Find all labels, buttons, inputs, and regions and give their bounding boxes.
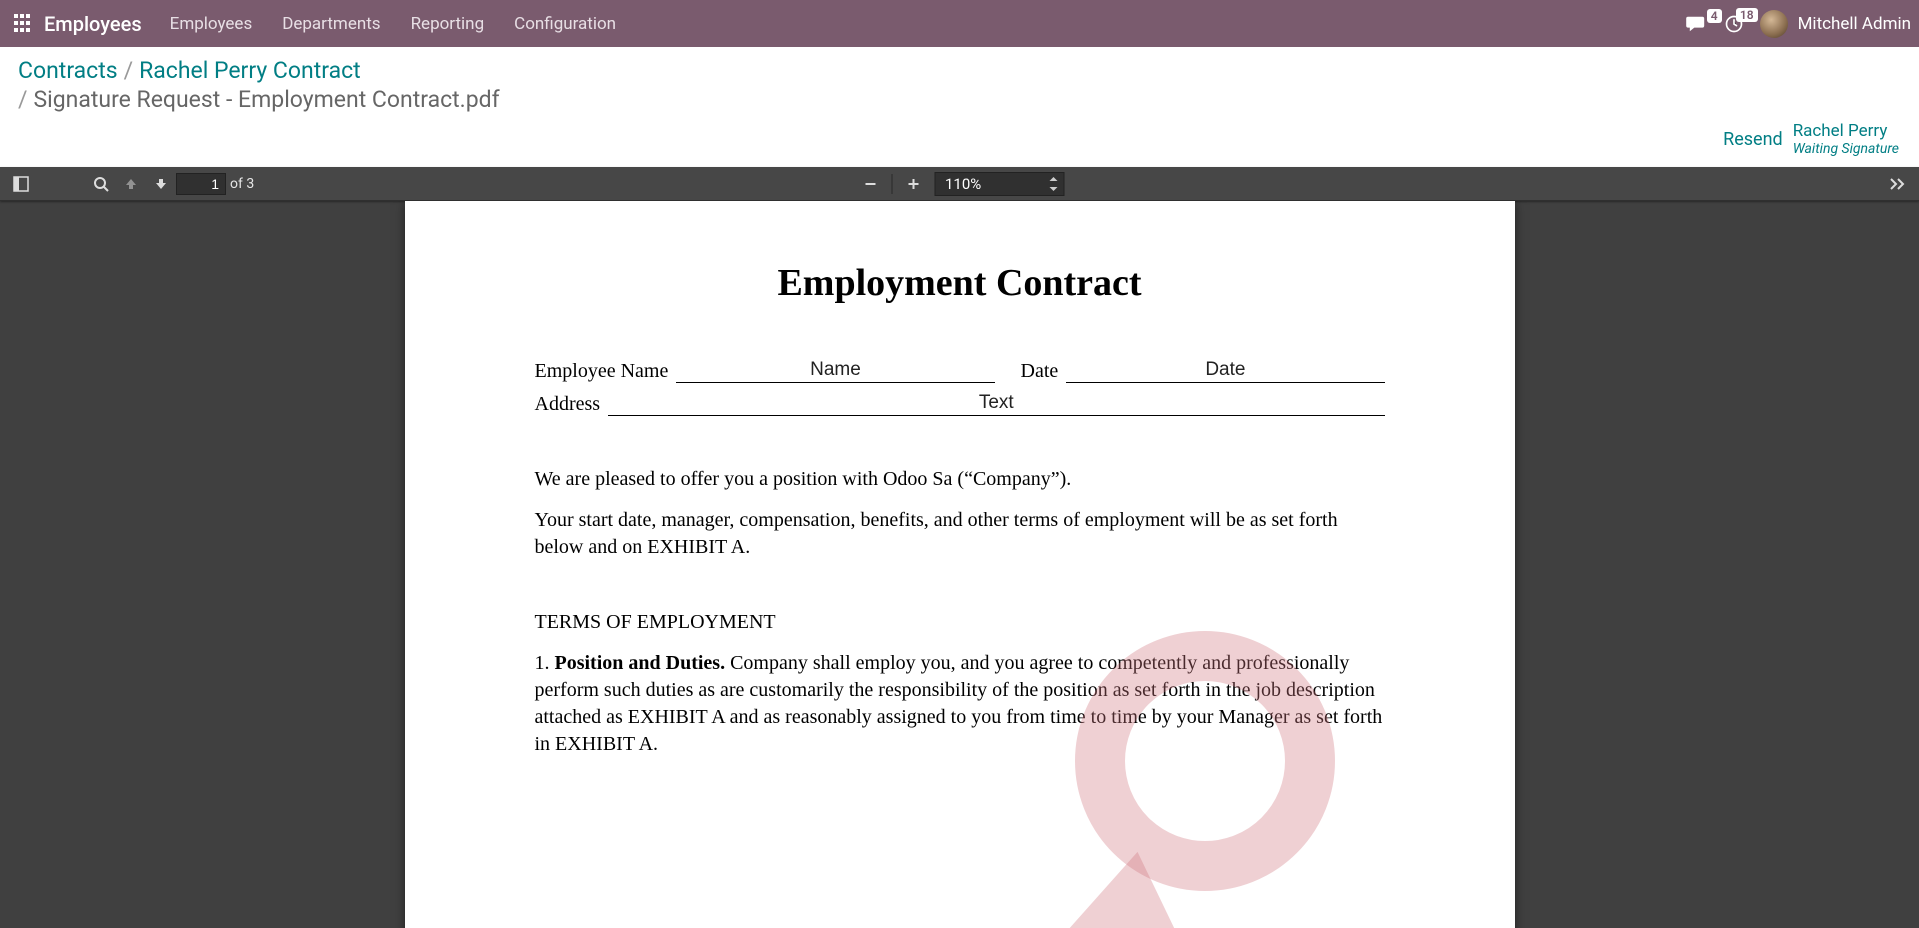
zoom-value: 110% <box>945 175 981 193</box>
page-input[interactable] <box>176 173 226 195</box>
field-employee-name-line[interactable]: Name <box>676 361 994 383</box>
avatar <box>1760 10 1788 38</box>
doc-para2: Your start date, manager, compensation, … <box>535 507 1385 561</box>
terms-heading: TERMS OF EMPLOYMENT <box>535 611 1385 634</box>
term-1-title: Position and Duties. <box>555 652 726 674</box>
breadcrumb-area: Contracts / Rachel Perry Contract / Sign… <box>0 47 1919 117</box>
tools-icon[interactable] <box>1883 170 1913 198</box>
toggle-sidebar-icon[interactable] <box>6 170 36 198</box>
menu-configuration[interactable]: Configuration <box>514 14 616 34</box>
signer-name: Rachel Perry <box>1793 121 1899 141</box>
app-brand[interactable]: Employees <box>44 12 142 36</box>
breadcrumb-contract-name[interactable]: Rachel Perry Contract <box>139 57 361 84</box>
activities-icon[interactable]: 18 <box>1724 14 1744 34</box>
doc-body: We are pleased to offer you a position w… <box>535 466 1385 561</box>
field-address-label: Address <box>535 393 601 416</box>
apps-icon[interactable] <box>14 14 34 34</box>
zoom-in-icon[interactable] <box>898 170 928 198</box>
field-date-line[interactable]: Date <box>1066 361 1384 383</box>
messages-icon[interactable]: 4 <box>1686 15 1708 33</box>
activities-badge: 18 <box>1736 8 1758 22</box>
breadcrumb-sep: / <box>18 86 28 113</box>
field-address-line[interactable]: Text <box>608 394 1384 416</box>
breadcrumb-sep: / <box>124 57 134 84</box>
prev-page-icon[interactable] <box>116 170 146 198</box>
field-employee-name-label: Employee Name <box>535 360 669 383</box>
user-name: Mitchell Admin <box>1798 14 1911 34</box>
menu-employees[interactable]: Employees <box>170 14 253 34</box>
zoom-out-icon[interactable] <box>855 170 885 198</box>
field-employee-name-row: Employee Name Name Date Date <box>535 360 1385 383</box>
menu-departments[interactable]: Departments <box>282 14 380 34</box>
pdf-viewport[interactable]: Employment Contract Employee Name Name D… <box>0 201 1919 928</box>
breadcrumb-current: Signature Request - Employment Contract.… <box>34 86 500 113</box>
pdf-page: Employment Contract Employee Name Name D… <box>405 201 1515 928</box>
menu-reporting[interactable]: Reporting <box>411 14 485 34</box>
breadcrumb-contracts[interactable]: Contracts <box>18 57 118 84</box>
action-row: Resend Rachel Perry Waiting Signature <box>0 117 1919 167</box>
text-placeholder: Text <box>979 392 1014 414</box>
pdf-toolbar: of 3 110% <box>0 167 1919 201</box>
term-1-num: 1. <box>535 652 555 674</box>
field-date-label: Date <box>1021 360 1059 383</box>
zoom-select[interactable]: 110% <box>934 172 1064 196</box>
breadcrumb: Contracts / Rachel Perry Contract <box>18 57 1901 84</box>
top-menu: Employees Departments Reporting Configur… <box>170 14 616 34</box>
name-placeholder: Name <box>810 359 861 381</box>
chevron-updown-icon <box>1049 177 1057 191</box>
doc-para1: We are pleased to offer you a position w… <box>535 466 1385 493</box>
resend-button[interactable]: Resend <box>1723 129 1783 150</box>
messages-badge: 4 <box>1707 9 1722 23</box>
signature-status[interactable]: Rachel Perry Waiting Signature <box>1793 121 1899 157</box>
doc-title: Employment Contract <box>535 261 1385 305</box>
user-menu[interactable]: Mitchell Admin <box>1760 10 1911 38</box>
find-icon[interactable] <box>86 170 116 198</box>
date-placeholder: Date <box>1205 359 1245 381</box>
field-address-row: Address Text <box>535 393 1385 416</box>
top-navbar: Employees Employees Departments Reportin… <box>0 0 1919 47</box>
page-of-label: of 3 <box>230 176 254 192</box>
signer-status: Waiting Signature <box>1793 141 1899 157</box>
next-page-icon[interactable] <box>146 170 176 198</box>
